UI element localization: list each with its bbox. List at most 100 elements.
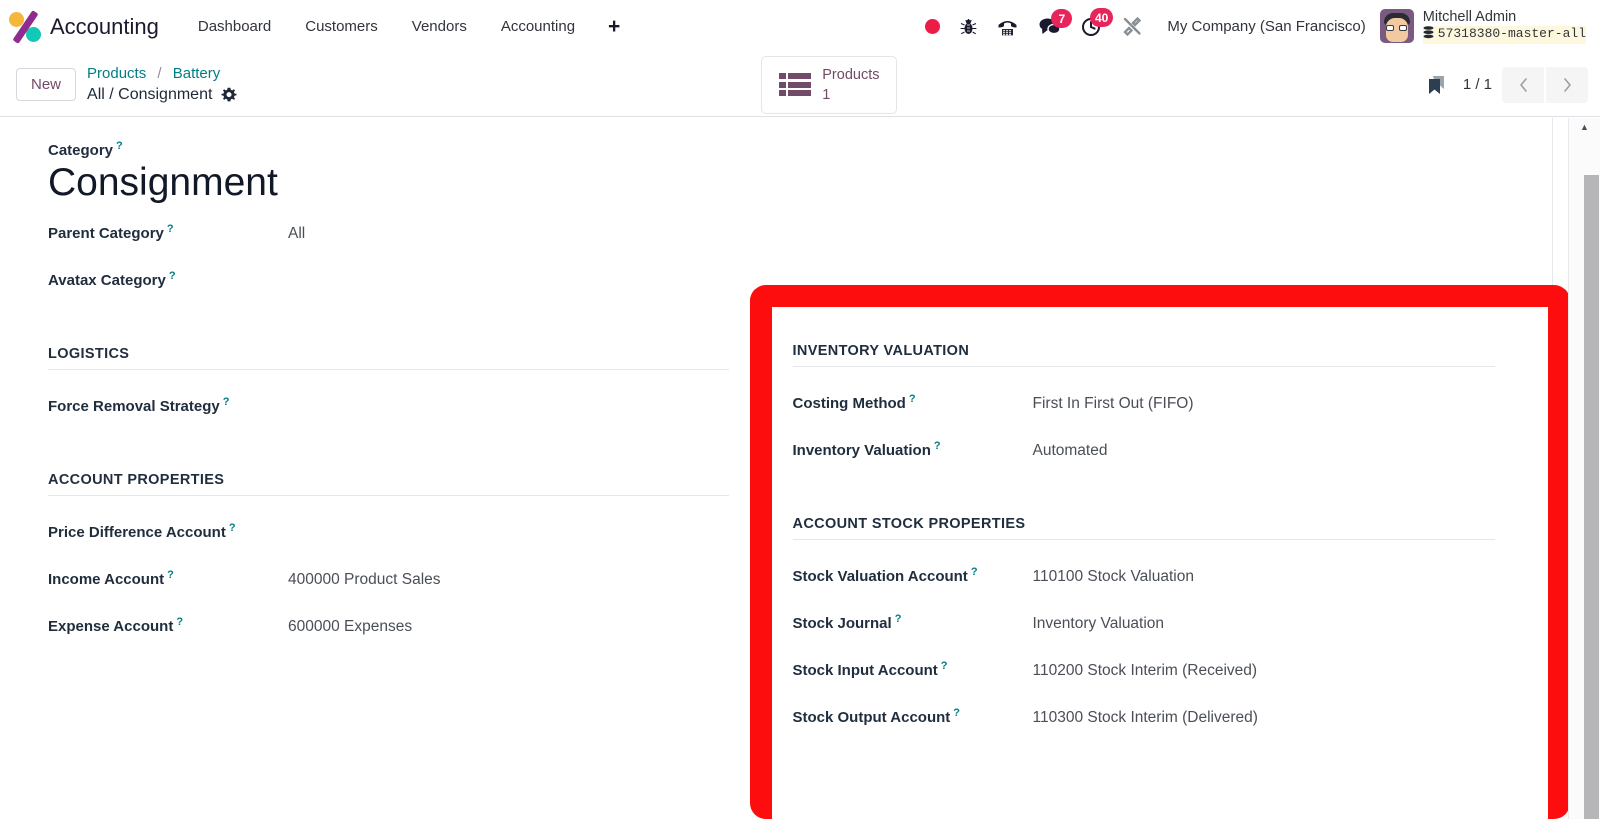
- field-row-stock-output-account: Stock Output Account? 110300 Stock Inter…: [793, 707, 1496, 735]
- pager: 1 / 1: [1462, 66, 1589, 103]
- tools-icon[interactable]: [1112, 12, 1153, 41]
- field-label-stock-output-account: Stock Output Account?: [792, 707, 961, 726]
- menu-item-vendors[interactable]: Vendors: [395, 10, 484, 43]
- top-navbar: Accounting Dashboard Customers Vendors A…: [0, 0, 1600, 53]
- vertical-scrollbar[interactable]: ▲: [1568, 118, 1600, 819]
- database-name: 57318380-master-all: [1437, 26, 1586, 42]
- breadcrumb-separator: /: [157, 64, 162, 82]
- messages-icon[interactable]: 7: [1028, 9, 1073, 40]
- breadcrumb-links: Products / Battery: [87, 64, 237, 84]
- pager-next-button[interactable]: [1546, 66, 1589, 103]
- gear-icon[interactable]: [221, 87, 237, 103]
- section-title-inventory-valuation: INVENTORY VALUATION: [792, 343, 1495, 367]
- help-tooltip-icon[interactable]: ?: [934, 440, 941, 452]
- help-tooltip-icon[interactable]: ?: [909, 393, 916, 405]
- pager-value: 1 / 1: [1462, 76, 1493, 93]
- phone-icon[interactable]: [987, 14, 1028, 40]
- field-row-avatax-category: Avatax Category?: [48, 270, 729, 298]
- field-row-stock-journal: Stock Journal? Inventory Valuation: [793, 613, 1496, 641]
- field-label-parent-category: Parent Category?: [48, 222, 174, 242]
- database-badge: 57318380-master-all: [1422, 25, 1586, 44]
- field-row-price-difference-account: Price Difference Account?: [48, 522, 729, 550]
- breadcrumb-item-products[interactable]: Products: [87, 65, 146, 82]
- smart-button-count: 1: [822, 86, 831, 103]
- field-label-avatax-category: Avatax Category?: [48, 269, 176, 289]
- field-label-income-account: Income Account?: [48, 568, 174, 588]
- menu-item-accounting[interactable]: Accounting: [484, 10, 592, 43]
- field-row-parent-category: Parent Category? All: [48, 223, 729, 251]
- help-tooltip-icon[interactable]: ?: [167, 223, 174, 235]
- field-value-income-account[interactable]: 400000 Product Sales: [288, 571, 729, 589]
- form-sheet-scroll-area: Category? Consignment Parent Category? A…: [0, 118, 1600, 819]
- help-tooltip-icon[interactable]: ?: [116, 140, 123, 152]
- breadcrumb: Products / Battery All / Consignment: [87, 64, 237, 106]
- form-column-left: Category? Consignment Parent Category? A…: [48, 140, 777, 754]
- pager-previous-button[interactable]: [1502, 66, 1545, 103]
- field-label-inventory-valuation: Inventory Valuation?: [792, 440, 941, 459]
- user-menu[interactable]: Mitchell Admin 57318380-master-all: [1379, 9, 1590, 44]
- help-tooltip-icon[interactable]: ?: [971, 566, 978, 578]
- help-tooltip-icon[interactable]: ?: [941, 660, 948, 672]
- database-icon: [1423, 26, 1434, 44]
- field-label-stock-input-account: Stock Input Account?: [792, 660, 948, 679]
- field-row-expense-account: Expense Account? 600000 Expenses: [48, 616, 729, 644]
- list-view-icon: [778, 73, 812, 96]
- section-title-account-properties: ACCOUNT PROPERTIES: [48, 472, 729, 496]
- activities-badge: 40: [1090, 8, 1114, 27]
- help-tooltip-icon[interactable]: ?: [229, 522, 236, 534]
- new-button[interactable]: New: [16, 68, 77, 101]
- field-value-costing-method[interactable]: First In First Out (FIFO): [1033, 395, 1496, 413]
- smart-button-products[interactable]: Products 1: [760, 55, 898, 114]
- field-value-stock-journal[interactable]: Inventory Valuation: [1033, 615, 1496, 633]
- field-value-stock-output-account[interactable]: 110300 Stock Interim (Delivered): [1033, 709, 1496, 727]
- field-label-expense-account: Expense Account?: [48, 615, 184, 635]
- field-value-stock-valuation-account[interactable]: 110100 Stock Valuation: [1033, 568, 1496, 586]
- form-column-right: INVENTORY VALUATION Costing Method? Firs…: [777, 140, 1506, 754]
- control-panel: New Products / Battery All / Consignment…: [0, 53, 1600, 117]
- section-title-account-stock-properties: ACCOUNT STOCK PROPERTIES: [792, 516, 1495, 540]
- help-tooltip-icon[interactable]: ?: [169, 270, 176, 282]
- field-row-stock-input-account: Stock Input Account? 110200 Stock Interi…: [793, 660, 1496, 688]
- help-tooltip-icon[interactable]: ?: [223, 396, 230, 408]
- bookmark-icon[interactable]: [1421, 70, 1451, 100]
- menu-add-button[interactable]: +: [592, 14, 636, 39]
- section-title-logistics: LOGISTICS: [48, 346, 729, 370]
- help-tooltip-icon[interactable]: ?: [895, 613, 902, 625]
- systray: 7 40: [915, 8, 1153, 41]
- smart-button-label: Products: [822, 66, 880, 83]
- menu-item-customers[interactable]: Customers: [288, 10, 395, 43]
- breadcrumb-current-label: All / Consignment: [87, 85, 213, 103]
- field-label-costing-method: Costing Method?: [792, 393, 916, 412]
- form-content: Category? Consignment Parent Category? A…: [0, 118, 1553, 754]
- field-value-inventory-valuation[interactable]: Automated: [1033, 442, 1496, 460]
- page-title[interactable]: Consignment: [48, 161, 729, 205]
- help-tooltip-icon[interactable]: ?: [953, 707, 960, 719]
- activities-icon[interactable]: 40: [1071, 8, 1114, 41]
- help-tooltip-icon[interactable]: ?: [167, 569, 174, 581]
- scrollbar-thumb[interactable]: [1584, 175, 1599, 819]
- user-name: Mitchell Admin: [1422, 9, 1517, 26]
- record-dot-icon[interactable]: [915, 15, 950, 38]
- user-avatar[interactable]: [1379, 9, 1414, 44]
- menu-item-dashboard[interactable]: Dashboard: [181, 10, 288, 43]
- app-brand-name[interactable]: Accounting: [50, 14, 159, 40]
- field-row-stock-valuation-account: Stock Valuation Account? 110100 Stock Va…: [793, 566, 1496, 594]
- help-tooltip-icon[interactable]: ?: [176, 616, 183, 628]
- accounting-app-logo-icon[interactable]: [8, 9, 42, 44]
- control-panel-right: 1 / 1: [1421, 66, 1589, 103]
- field-value-expense-account[interactable]: 600000 Expenses: [288, 618, 729, 636]
- field-row-force-removal-strategy: Force Removal Strategy?: [48, 396, 729, 424]
- field-row-costing-method: Costing Method? First In First Out (FIFO…: [793, 393, 1496, 421]
- bug-icon[interactable]: [950, 14, 987, 40]
- field-value-stock-input-account[interactable]: 110200 Stock Interim (Received): [1033, 662, 1496, 680]
- breadcrumb-current: All / Consignment: [87, 84, 237, 106]
- scroll-up-arrow-icon[interactable]: ▲: [1569, 122, 1600, 132]
- category-label: Category?: [48, 140, 123, 159]
- field-label-force-removal-strategy: Force Removal Strategy?: [48, 395, 230, 415]
- company-selector[interactable]: My Company (San Francisco): [1153, 14, 1379, 39]
- breadcrumb-item-battery[interactable]: Battery: [173, 65, 221, 82]
- field-value-parent-category[interactable]: All: [288, 225, 729, 243]
- main-menu: Dashboard Customers Vendors Accounting +: [181, 10, 636, 43]
- field-row-income-account: Income Account? 400000 Product Sales: [48, 569, 729, 597]
- field-row-inventory-valuation: Inventory Valuation? Automated: [793, 440, 1496, 468]
